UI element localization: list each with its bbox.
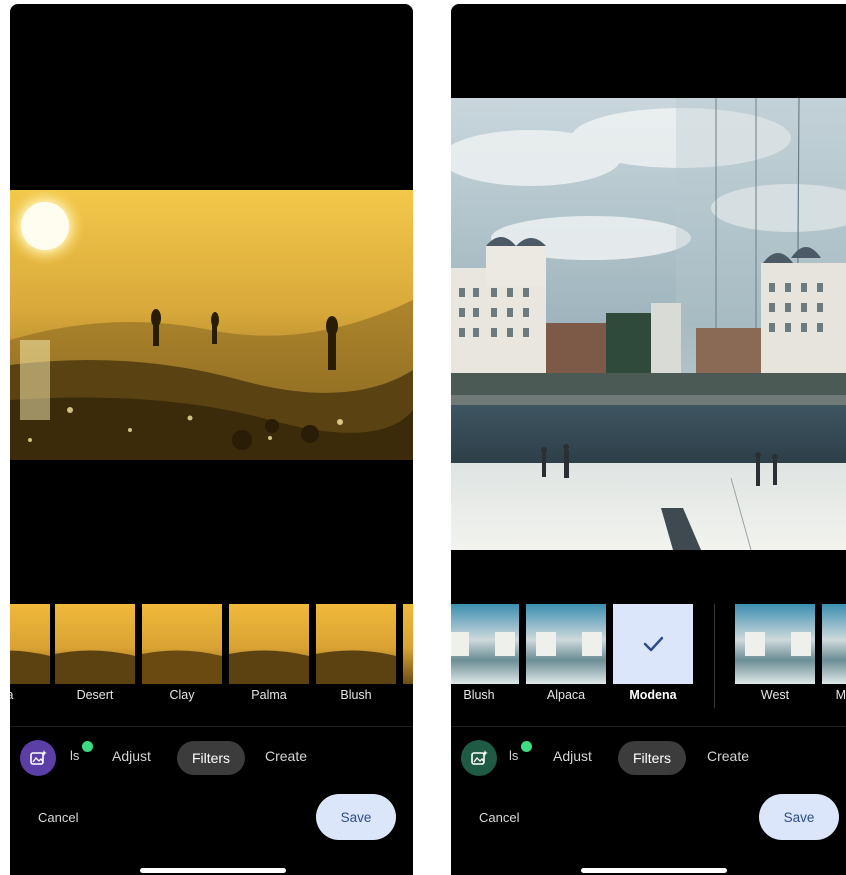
divider [10, 726, 413, 727]
filter-thumbnail[interactable] [451, 604, 519, 684]
editor-tab-bar: ls Adjust Filters Create [10, 738, 413, 778]
filter-label: Clay [169, 688, 195, 702]
home-indicator [581, 868, 727, 873]
tab-tools-partial[interactable]: ls [509, 748, 518, 763]
editor-tab-bar: ls Adjust Filters Create [451, 738, 846, 778]
filter-label: M [835, 688, 846, 702]
filter-thumbnail[interactable] [735, 604, 815, 684]
filter-group-divider [714, 604, 715, 708]
filter-label: West [760, 688, 790, 702]
right-phone-screen: Blush Alpaca Modena West M ls Adjust Fil… [451, 4, 846, 875]
left-phone-screen: a Desert Clay Palma Blush ls [10, 4, 413, 875]
cancel-button[interactable]: Cancel [38, 810, 78, 825]
filter-thumbnail[interactable] [142, 604, 222, 684]
notification-dot [521, 741, 532, 752]
divider [451, 726, 846, 727]
checkmark-icon [643, 636, 664, 652]
filter-strip[interactable]: Blush Alpaca Modena West M [451, 604, 846, 709]
filter-thumbnail[interactable] [403, 604, 413, 684]
filter-label: Palma [251, 688, 287, 702]
tab-create[interactable]: Create [707, 748, 749, 764]
magic-editor-button[interactable] [461, 740, 497, 776]
filter-thumbnail[interactable] [316, 604, 396, 684]
filter-thumbnail[interactable] [55, 604, 135, 684]
save-button[interactable]: Save [316, 794, 396, 840]
filter-thumbnail[interactable] [10, 604, 50, 684]
filter-label: Desert [76, 688, 114, 702]
filter-label: a [10, 688, 50, 702]
filter-label: Blush [340, 688, 372, 702]
filter-label: Alpaca [546, 688, 586, 702]
tab-filters[interactable]: Filters [177, 741, 245, 775]
magic-editor-button[interactable] [20, 740, 56, 776]
cancel-button[interactable]: Cancel [479, 810, 519, 825]
filter-strip[interactable]: a Desert Clay Palma Blush [10, 604, 413, 709]
image-sparkle-icon [471, 750, 488, 765]
notification-dot [82, 741, 93, 752]
filter-thumbnail[interactable] [229, 604, 309, 684]
filter-thumbnail[interactable] [822, 604, 846, 684]
edited-photo [10, 190, 413, 460]
tab-tools-partial[interactable]: ls [70, 748, 79, 763]
image-sparkle-icon [30, 750, 47, 765]
home-indicator [140, 868, 286, 873]
save-button[interactable]: Save [759, 794, 839, 840]
filter-thumbnail-selected[interactable] [613, 604, 693, 684]
tab-create[interactable]: Create [265, 748, 307, 764]
filter-label: Modena [629, 688, 677, 702]
tab-filters[interactable]: Filters [618, 741, 686, 775]
edited-photo [451, 98, 846, 550]
tab-adjust[interactable]: Adjust [553, 748, 592, 764]
filter-thumbnail[interactable] [526, 604, 606, 684]
filter-label: Blush [463, 688, 495, 702]
tab-adjust[interactable]: Adjust [112, 748, 151, 764]
